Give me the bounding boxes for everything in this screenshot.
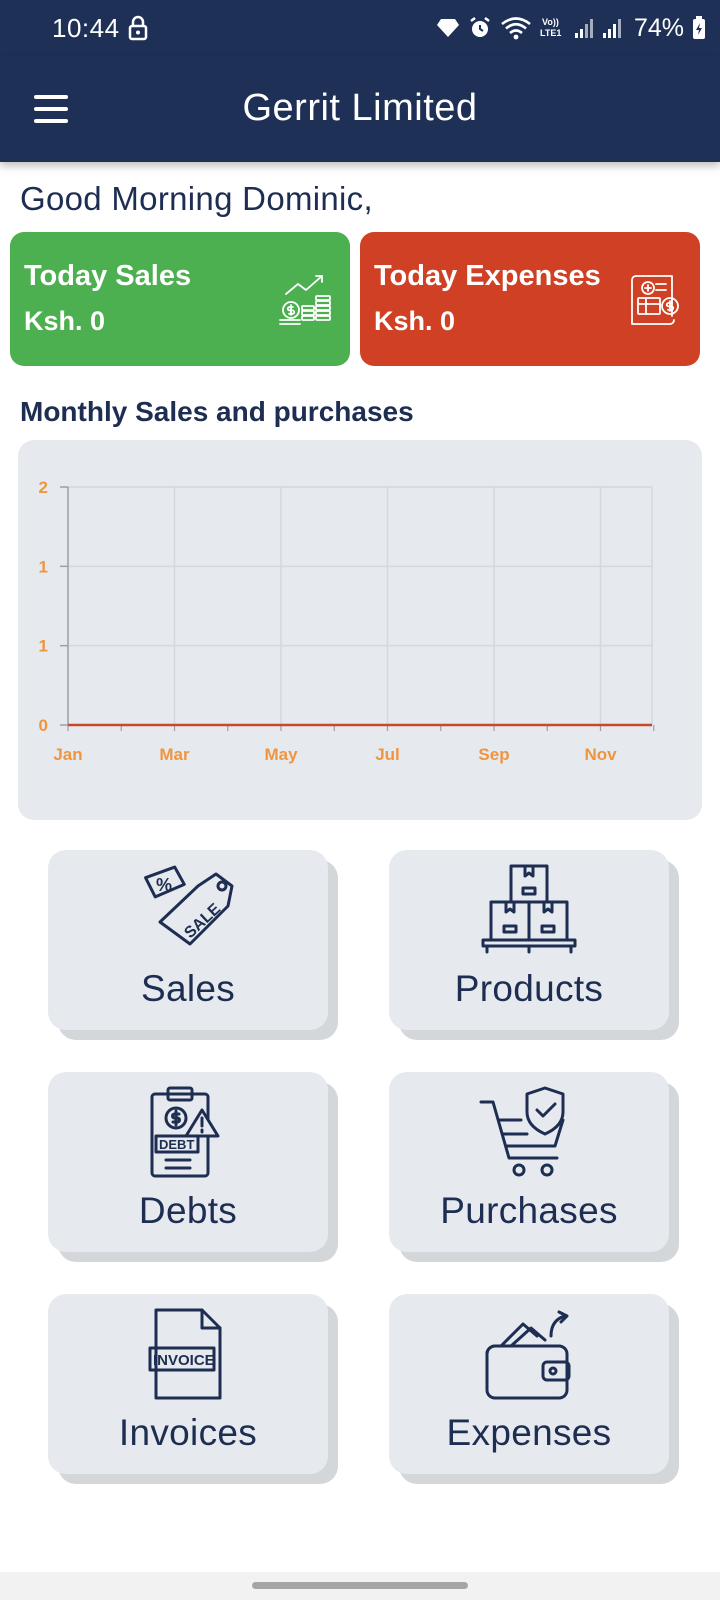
battery-percent: 74% xyxy=(633,13,684,42)
system-nav-bar xyxy=(0,1572,720,1600)
chart-x-tick-label: Jan xyxy=(53,745,82,764)
chart-y-tick-label: 0 xyxy=(39,716,48,735)
home-gesture-handle[interactable] xyxy=(252,1582,468,1589)
tile-debts[interactable]: DEBT Debts xyxy=(48,1072,338,1262)
lock-icon xyxy=(128,15,148,41)
tile-products-label: Products xyxy=(454,968,604,1009)
alarm-icon xyxy=(470,17,490,37)
svg-text:SALE: SALE xyxy=(181,900,224,942)
tile-expenses[interactable]: Expenses xyxy=(389,1294,679,1484)
svg-text:Vo)): Vo)) xyxy=(542,17,559,27)
invoice-document-icon: INVOICE xyxy=(148,1308,222,1400)
tile-invoices-label: Invoices xyxy=(118,1412,258,1453)
chart-y-tick-label: 1 xyxy=(39,637,48,656)
chart-y-tick-label: 2 xyxy=(39,478,48,497)
monthly-sales-chart: 0 1 1 2 Jan Mar May Jul Sep Nov xyxy=(39,478,655,764)
today-sales-title: Today Sales xyxy=(24,260,192,292)
money-growth-icon xyxy=(279,275,331,325)
status-bar: 10:44 Vo)) LTE1 74% xyxy=(0,0,720,57)
battery-icon xyxy=(693,16,705,39)
tile-sales-label: Sales xyxy=(140,968,236,1009)
cart-shield-icon xyxy=(479,1086,565,1177)
svg-text:%: % xyxy=(156,875,172,895)
greeting-text: Good Morning Dominic, xyxy=(20,180,373,217)
svg-text:INVOICE: INVOICE xyxy=(153,1352,215,1369)
debt-clipboard-icon: DEBT xyxy=(150,1086,220,1178)
boxes-pallet-icon xyxy=(481,864,577,954)
gem-icon xyxy=(436,19,459,37)
today-sales-card[interactable]: Today Sales Ksh. 0 xyxy=(10,232,350,366)
volte-icon: Vo)) LTE1 xyxy=(540,17,561,38)
svg-text:DEBT: DEBT xyxy=(159,1137,194,1152)
tile-expenses-label: Expenses xyxy=(446,1412,612,1453)
status-icons: Vo)) LTE1 74% xyxy=(436,12,706,44)
tile-invoices[interactable]: INVOICE Invoices xyxy=(48,1294,338,1484)
today-expenses-card[interactable]: Today Expenses Ksh. 0 xyxy=(360,232,700,366)
wallet-icon xyxy=(485,1310,571,1400)
chart-section-title: Monthly Sales and purchases xyxy=(20,396,414,427)
app-bar: Gerrit Limited xyxy=(0,57,720,162)
medical-bill-icon xyxy=(631,275,679,325)
signal-icon xyxy=(574,19,593,38)
today-expenses-value: Ksh. 0 xyxy=(374,306,456,336)
chart-y-tick-label: 1 xyxy=(39,557,48,576)
sale-tag-icon: % SALE xyxy=(144,865,234,946)
chart-x-tick-label: May xyxy=(264,745,298,764)
tile-debts-label: Debts xyxy=(138,1190,238,1231)
tile-purchases[interactable]: Purchases xyxy=(389,1072,679,1262)
chart-x-tick-label: Jul xyxy=(375,745,400,764)
app-title: Gerrit Limited xyxy=(242,87,478,129)
wifi-icon xyxy=(501,17,531,40)
tile-purchases-label: Purchases xyxy=(440,1190,618,1231)
monthly-chart-card: 0 1 1 2 Jan Mar May Jul Sep Nov xyxy=(18,440,702,820)
tile-sales[interactable]: % SALE Sales xyxy=(48,850,338,1040)
chart-x-tick-label: Sep xyxy=(478,745,509,764)
today-sales-value: Ksh. 0 xyxy=(24,306,106,336)
chart-x-tick-label: Nov xyxy=(584,745,617,764)
chart-x-tick-label: Mar xyxy=(159,745,190,764)
today-expenses-title: Today Expenses xyxy=(374,260,601,292)
svg-text:LTE1: LTE1 xyxy=(540,28,561,38)
tile-products[interactable]: Products xyxy=(389,850,679,1040)
status-time: 10:44 xyxy=(52,13,120,43)
signal-icon xyxy=(602,19,621,38)
